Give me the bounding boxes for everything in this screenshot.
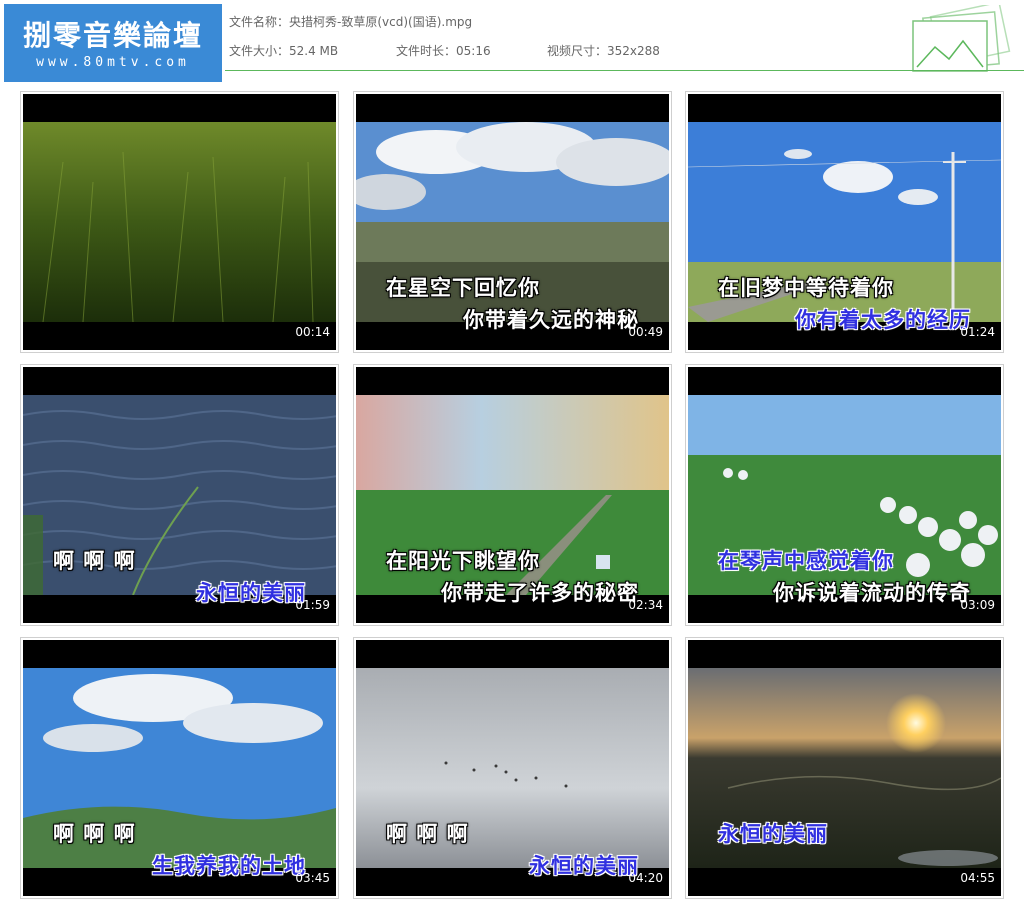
lyric-line-1: 在星空下回忆你: [386, 276, 540, 300]
lyric-line-1: 在旧梦中等待着你: [718, 276, 894, 300]
video-frame: 啊 啊 啊 永恒的美丽 01:59: [23, 367, 336, 623]
file-name-row: 文件名称：央措柯秀-致草原(vcd)(国语).mpg: [229, 13, 472, 30]
timestamp: 02:34: [628, 598, 663, 612]
lyric-line-1: 啊 啊 啊: [53, 549, 136, 573]
timestamp: 03:45: [295, 871, 330, 885]
thumbnail-tile[interactable]: 啊 啊 啊 永恒的美丽 04:20: [353, 637, 672, 899]
file-duration-value: 05:16: [456, 44, 491, 58]
video-frame: 在星空下回忆你 你带着久远的神秘 00:49: [356, 94, 669, 350]
timestamp: 03:09: [960, 598, 995, 612]
thumbnail-tile[interactable]: 00:14: [20, 91, 339, 353]
video-resolution-label: 视频尺寸：: [547, 44, 608, 58]
thumbnail-tile[interactable]: 在阳光下眺望你 你带走了许多的秘密 02:34: [353, 364, 672, 626]
lyric-line-1: 在阳光下眺望你: [386, 549, 540, 573]
video-resolution: 视频尺寸：352x288: [547, 42, 660, 59]
timestamp: 00:14: [295, 325, 330, 339]
file-duration: 文件时长：05:16: [396, 42, 491, 59]
lyric-line-1: 啊 啊 啊: [53, 822, 136, 846]
thumbnail-tile[interactable]: 在旧梦中等待着你 你有着太多的经历 01:24: [685, 91, 1004, 353]
lyric-line-2: 你带走了许多的秘密: [441, 581, 639, 605]
video-frame: 永恒的美丽 04:55: [688, 640, 1001, 896]
file-size-value: 52.4 MB: [289, 44, 339, 58]
logo-title: 捌零音樂論壇: [22, 19, 203, 52]
lyric-line-2: 你带着久远的神秘: [463, 308, 639, 332]
thumbnail-tile[interactable]: 啊 啊 啊 永恒的美丽 01:59: [20, 364, 339, 626]
lyric-line-1: 在琴声中感觉着你: [718, 549, 894, 573]
file-name-value: 央措柯秀-致草原(vcd)(国语).mpg: [289, 15, 473, 29]
thumbnail-tile[interactable]: 啊 啊 啊 生我养我的土地 03:45: [20, 637, 339, 899]
logo-url: www.80mtv.com: [36, 55, 190, 70]
file-size: 文件大小：52.4 MB: [229, 42, 338, 59]
video-resolution-value: 352x288: [607, 44, 660, 58]
photos-icon: [912, 5, 1011, 72]
video-frame: 在阳光下眺望你 你带走了许多的秘密 02:34: [356, 367, 669, 623]
site-logo: 捌零音樂論壇 www.80mtv.com: [4, 4, 222, 82]
file-name-label: 文件名称：: [229, 15, 290, 29]
timestamp: 01:59: [295, 598, 330, 612]
video-frame: 在旧梦中等待着你 你有着太多的经历 01:24: [688, 94, 1001, 350]
lyric-line-1: 永恒的美丽: [718, 822, 828, 846]
video-frame: 在琴声中感觉着你 你诉说着流动的传奇 03:09: [688, 367, 1001, 623]
thumbnail-tile[interactable]: 在星空下回忆你 你带着久远的神秘 00:49: [353, 91, 672, 353]
timestamp: 00:49: [628, 325, 663, 339]
video-frame: 啊 啊 啊 永恒的美丽 04:20: [356, 640, 669, 896]
file-size-label: 文件大小：: [229, 44, 290, 58]
lyric-line-2: 你有着太多的经历: [795, 308, 971, 332]
lyric-line-2: 生我养我的土地: [152, 854, 306, 878]
lyric-line-2: 永恒的美丽: [196, 581, 306, 605]
timestamp: 01:24: [960, 325, 995, 339]
lyric-line-2: 你诉说着流动的传奇: [773, 581, 971, 605]
timestamp: 04:55: [960, 871, 995, 885]
video-frame: 00:14: [23, 94, 336, 350]
thumbnail-tile[interactable]: 在琴声中感觉着你 你诉说着流动的传奇 03:09: [685, 364, 1004, 626]
scene-grassland: [23, 122, 336, 322]
timestamp: 04:20: [628, 871, 663, 885]
file-duration-label: 文件时长：: [396, 44, 457, 58]
header-divider: [225, 70, 1024, 71]
lyric-line-2: 永恒的美丽: [529, 854, 639, 878]
video-frame: 啊 啊 啊 生我养我的土地 03:45: [23, 640, 336, 896]
lyric-line-1: 啊 啊 啊: [386, 822, 469, 846]
thumbnail-tile[interactable]: 永恒的美丽 04:55: [685, 637, 1004, 899]
